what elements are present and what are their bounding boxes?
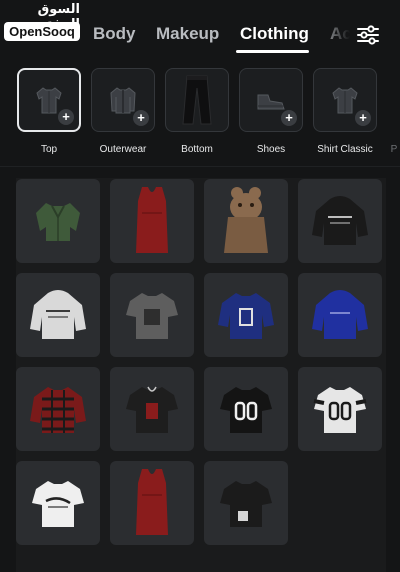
opensooq-watermark: السوق المفتوح OpenSooq	[2, 2, 84, 42]
jersey-icon	[313, 387, 367, 433]
item-red-tank-top-2[interactable]	[110, 461, 194, 545]
filter-button[interactable]	[352, 20, 384, 50]
item-white-graphic-tee[interactable]	[16, 461, 100, 545]
section-divider	[0, 166, 400, 167]
tab-body[interactable]: Body	[93, 24, 136, 44]
hoodie-icon	[30, 290, 86, 339]
tab-makeup[interactable]: Makeup	[156, 24, 219, 44]
item-white-hoodie[interactable]	[16, 273, 100, 357]
green-jacket-icon	[36, 203, 80, 241]
subcategory-top[interactable]: +	[17, 68, 81, 132]
subcategory-shoes[interactable]: +	[239, 68, 303, 132]
tab-clothing[interactable]: Clothing	[240, 24, 309, 44]
jersey-icon	[218, 293, 274, 339]
tshirt-icon	[32, 481, 84, 527]
subcategory-outerwear[interactable]: +	[91, 68, 155, 132]
item-black-red-tee[interactable]	[110, 367, 194, 451]
clothing-item-grid	[16, 178, 386, 572]
item-blue-hoodie[interactable]	[298, 273, 382, 357]
pants-icon	[182, 75, 212, 125]
subcategory-row: + Top + Outerwear Bottom + Shoes + Shirt…	[0, 62, 400, 166]
item-brown-bear-hoodie[interactable]	[204, 179, 288, 263]
screen: Heads Body Makeup Clothing Ac السوق المف…	[0, 0, 400, 572]
hoodie-icon	[312, 196, 368, 245]
subcategory-label-bottom: Bottom	[181, 144, 213, 155]
add-icon: +	[58, 109, 74, 125]
subcategory-label-shirt-classic: Shirt Classic	[317, 144, 373, 155]
tank-top-icon	[136, 187, 168, 253]
sliders-icon	[357, 25, 379, 45]
subcategory-bottom[interactable]	[165, 68, 229, 132]
subcategory-shirt-classic[interactable]: +	[313, 68, 377, 132]
item-black-89-jersey[interactable]	[204, 367, 288, 451]
subcategory-label-top: Top	[40, 144, 58, 155]
add-icon: +	[355, 110, 371, 126]
subcategory-label-outerwear: Outerwear	[99, 144, 147, 155]
active-tab-indicator	[236, 50, 309, 53]
item-black-tee[interactable]	[204, 461, 288, 545]
subcategory-label-partial: P	[390, 144, 398, 155]
item-white-86-jersey[interactable]	[298, 367, 382, 451]
plaid-shirt-icon	[30, 387, 86, 433]
watermark-brand-text: OpenSooq	[4, 22, 80, 41]
tank-top-icon	[136, 469, 168, 535]
item-gray-graphic-tee[interactable]	[110, 273, 194, 357]
add-icon: +	[281, 110, 297, 126]
add-icon: +	[133, 110, 149, 126]
item-red-plaid-shirt[interactable]	[16, 367, 100, 451]
tshirt-icon	[126, 386, 178, 433]
subcategory-label-shoes: Shoes	[256, 144, 286, 155]
bear-hoodie-icon	[224, 187, 268, 253]
jersey-icon	[220, 387, 272, 433]
tshirt-icon	[220, 481, 272, 527]
item-green-jacket[interactable]	[16, 179, 100, 263]
tshirt-icon	[126, 293, 178, 339]
item-red-tank-top[interactable]	[110, 179, 194, 263]
item-black-graphic-hoodie[interactable]	[298, 179, 382, 263]
hoodie-icon	[312, 290, 368, 339]
item-blue-jersey[interactable]	[204, 273, 288, 357]
